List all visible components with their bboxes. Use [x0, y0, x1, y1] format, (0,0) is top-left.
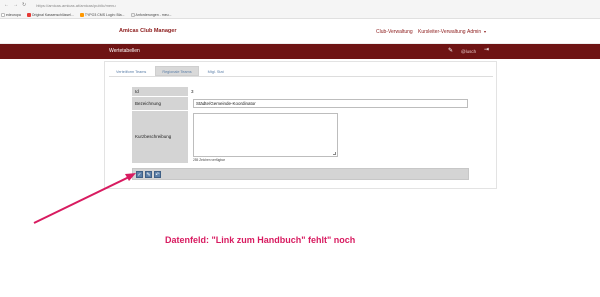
resize-handle-icon[interactable] [333, 152, 336, 155]
tab-mitglieder-stat[interactable]: Mtgl. Stat [201, 66, 231, 76]
bookmark-label: TYPO3 CMS Login: Bla... [84, 12, 125, 17]
page-icon [130, 12, 135, 17]
bookmark-icon [1, 12, 5, 17]
bookmark-item[interactable]: Original Kassenschlüssel... [26, 12, 74, 17]
tab-divider [109, 76, 493, 77]
bookmark-item[interactable]: Anforderungen - meu... [130, 12, 172, 17]
edit-icon: ✎ [146, 172, 151, 178]
name-input[interactable] [193, 99, 468, 108]
back-arrow-icon[interactable]: ← [4, 3, 9, 8]
nav-club-management[interactable]: Club-Verwaltung [376, 29, 413, 35]
nav-admin-dropdown[interactable]: Admin [467, 29, 487, 35]
back-button[interactable]: ↶ [154, 171, 161, 178]
typo3-icon [79, 12, 84, 17]
edit-button[interactable]: ✎ [145, 171, 152, 178]
tab-regionale-teams[interactable]: Regionale Teams [155, 66, 199, 76]
bookmark-item[interactable]: edeuropa [1, 12, 21, 17]
tab-verteilform-teams[interactable]: Verteilform Teams [109, 66, 153, 76]
save-icon: ✓ [137, 172, 142, 178]
edit-icon[interactable]: ✎ [448, 48, 453, 54]
bookmark-label: edeuropa [6, 12, 21, 17]
user-name[interactable]: @lusch [461, 49, 476, 54]
description-label: Kurzbeschreibung [132, 111, 188, 163]
nav-course-management[interactable]: Kursleiter-Verwaltung [418, 29, 466, 35]
address-bar[interactable]: https://amicas.amicas.at/amicas/public/m… [36, 3, 115, 8]
page-title: Wertetabellen [109, 48, 140, 54]
undo-icon: ↶ [155, 172, 160, 178]
bookmark-item[interactable]: TYPO3 CMS Login: Bla... [79, 12, 125, 17]
app-header: Amicas Club Manager Club-Verwaltung Kurs… [0, 20, 600, 44]
bookmarks-bar: edeuropa Original Kassenschlüssel... TYP… [0, 11, 600, 19]
browser-toolbar: ← → ↻ https://amicas.amicas.at/amicas/pu… [0, 0, 600, 11]
name-label: Bezeichnung [132, 97, 188, 110]
brand-logo-text[interactable]: Amicas Club Manager [119, 28, 176, 34]
tab-bar: Verteilform Teams Regionale Teams Mtgl. … [109, 66, 231, 76]
save-button[interactable]: ✓ [136, 171, 143, 178]
youtube-icon [26, 12, 31, 17]
annotation-note: Datenfeld: "Link zum Handbuch" fehlt" no… [165, 235, 356, 245]
nav-admin-label: Admin [467, 29, 482, 35]
character-count-hint: 255 Zeichen verfügbar [193, 158, 225, 162]
page-subheader: Wertetabellen ✎ @lusch ⇥ [0, 44, 600, 59]
logout-icon[interactable]: ⇥ [484, 47, 489, 53]
description-textarea[interactable] [193, 113, 338, 157]
forward-arrow-icon[interactable]: → [13, 3, 18, 8]
bookmark-label: Original Kassenschlüssel... [31, 12, 74, 17]
reload-icon[interactable]: ↻ [22, 3, 26, 8]
id-value: 3 [191, 89, 194, 94]
form-button-bar: ✓ ✎ ↶ [132, 168, 469, 180]
bookmark-label: Anforderungen - meu... [135, 12, 172, 17]
caret-down-icon [484, 30, 487, 33]
id-label: Id [132, 87, 188, 96]
